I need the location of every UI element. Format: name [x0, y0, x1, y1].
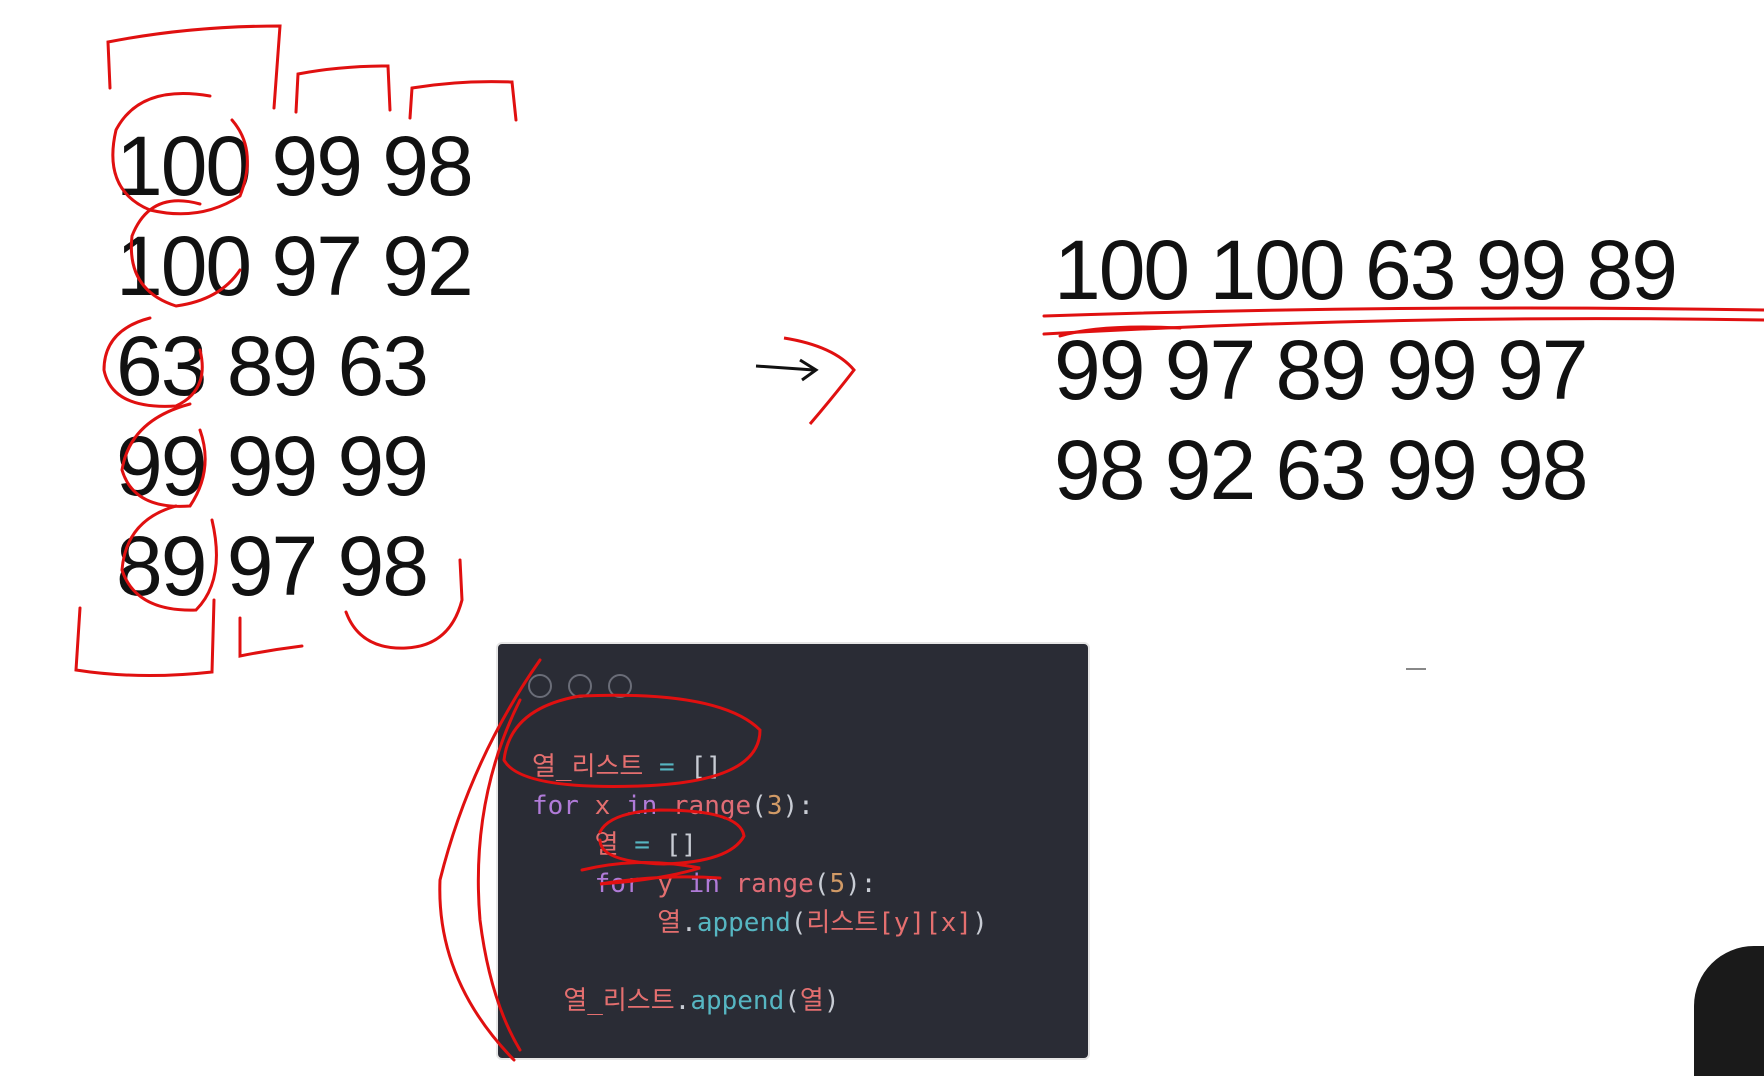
webcam-overlay	[1694, 946, 1764, 1076]
code-token: 열	[799, 986, 824, 1016]
code-token: 열_리스트	[532, 752, 644, 782]
right-matrix-row: 98 92 63 99 98	[1054, 423, 1589, 517]
left-matrix-row: 99 99 99	[116, 419, 429, 513]
left-matrix-row: 89 97 98	[116, 519, 429, 613]
code-token: 열	[657, 908, 682, 938]
left-matrix-row: 63 89 63	[116, 319, 429, 413]
code-token: []	[690, 752, 722, 782]
code-token: ):	[782, 791, 814, 821]
code-token: in	[688, 869, 720, 899]
code-token: 3	[766, 791, 783, 821]
code-token: ):	[845, 869, 877, 899]
window-dot-icon	[608, 674, 632, 698]
left-matrix-row: 100 97 92	[116, 219, 474, 313]
right-matrix-row: 99 97 89 99 97	[1054, 323, 1589, 417]
code-token: )	[972, 908, 988, 938]
code-token: .	[674, 986, 691, 1016]
code-token: (	[790, 908, 807, 938]
annotation-stroke	[294, 64, 392, 114]
code-token: append	[690, 986, 785, 1016]
code-token: in	[625, 791, 658, 821]
code-token: [y]	[878, 908, 926, 938]
code-token: 열_리스트	[563, 986, 675, 1016]
code-token: (	[813, 869, 830, 899]
window-dot-icon	[568, 674, 592, 698]
window-dot-icon	[528, 674, 552, 698]
code-token: (	[784, 986, 800, 1016]
code-token: (	[751, 791, 767, 821]
code-token: )	[823, 986, 840, 1016]
code-token: for	[532, 791, 579, 821]
code-token: for	[594, 869, 642, 899]
code-token: y	[641, 869, 689, 899]
code-token: 5	[829, 869, 846, 899]
code-token: [x]	[925, 908, 973, 938]
window-controls	[528, 674, 648, 703]
code-token: range	[719, 869, 814, 899]
left-matrix-row: 100 99 98	[116, 119, 474, 213]
code-token: []	[665, 830, 697, 860]
code-token: 리스트	[806, 908, 879, 938]
code-token: =	[618, 830, 666, 860]
right-matrix-row: 100 100 63 99 89	[1054, 223, 1678, 317]
code-block: 열_리스트 = [] for x in range(3): 열 = [] for…	[532, 748, 988, 1021]
code-token: append	[696, 908, 791, 938]
code-token: 열	[594, 830, 619, 860]
code-token: =	[643, 752, 691, 782]
annotation-stroke	[408, 80, 518, 122]
code-token: .	[681, 908, 697, 938]
code-window: 열_리스트 = [] for x in range(3): 열 = [] for…	[496, 642, 1090, 1060]
annotation-stroke	[106, 24, 282, 110]
arrow-right-icon	[755, 336, 856, 425]
annotation-stroke	[238, 616, 304, 658]
code-token: range	[657, 791, 752, 821]
code-token: x	[578, 791, 626, 821]
stray-mark	[1406, 668, 1426, 670]
